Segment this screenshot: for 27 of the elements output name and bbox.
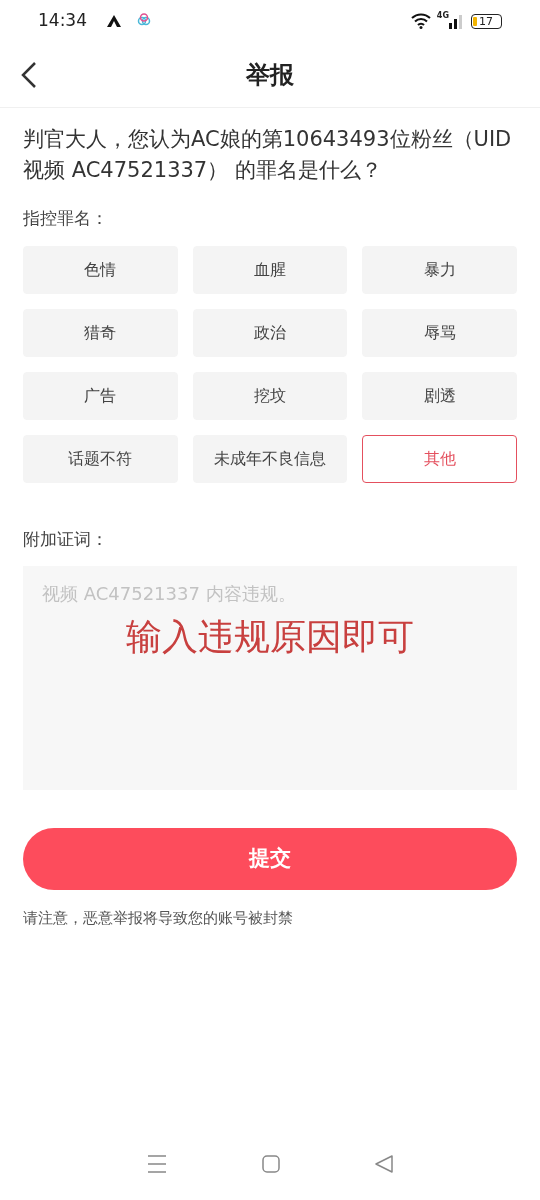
charge-option[interactable]: 猎奇 [23,308,178,357]
charges-label: 指控罪名： [23,207,109,230]
charge-option[interactable]: 血腥 [192,245,348,294]
charge-option[interactable]: 暴力 [362,245,517,294]
charge-option[interactable]: 广告 [23,371,178,420]
charge-option[interactable]: 辱骂 [362,308,517,357]
signal-icon [449,13,463,29]
network-label: 4G [436,12,449,20]
charge-option[interactable]: 其他 [362,434,517,483]
menu-icon[interactable] [147,1155,168,1173]
status-time: 14:34 [38,9,87,33]
charge-option[interactable]: 政治 [192,308,348,357]
question-text: 判官大人，您认为AC娘的第10643493位粉丝（UID 视频 AC47521337） 的罪名是什么？ [23,126,513,184]
charge-option[interactable]: 未成年不良信息 [192,434,348,483]
charge-option[interactable]: 话题不符 [23,434,178,483]
page-title: 举报 [246,59,294,91]
wifi-icon [410,13,431,29]
home-icon[interactable] [262,1155,280,1173]
charge-option[interactable]: 挖坟 [192,371,348,420]
notice-text: 请注意，恶意举报将导致您的账号被封禁 [23,908,294,929]
back-icon[interactable] [374,1155,393,1173]
battery-icon: 17 [471,13,502,29]
notification-icon [107,15,121,27]
charge-option[interactable]: 剧透 [362,371,517,420]
charge-option[interactable]: 色情 [23,245,178,294]
annotation-text: 输入违规原因即可 [126,615,414,659]
testimony-label: 附加证词： [23,527,109,551]
